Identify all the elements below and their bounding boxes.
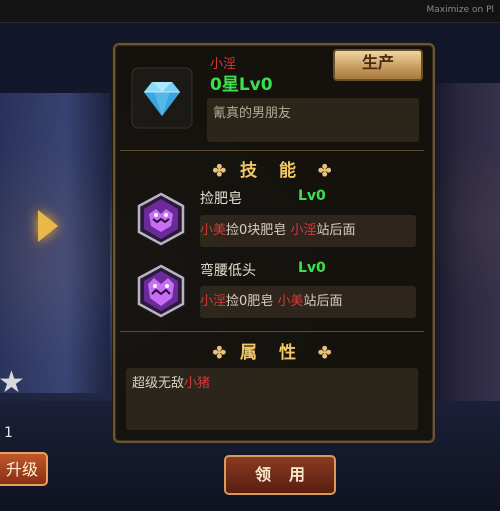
divider — [120, 331, 424, 332]
attributes-heading: ✤ 属 性 ✤ — [120, 338, 424, 364]
item-description: 氰真的男朋友 — [213, 106, 292, 121]
skill-level: Lv0 — [298, 188, 326, 204]
ornament-icon: ✤ — [212, 161, 227, 180]
star-icon: ★ — [0, 365, 25, 400]
divider — [120, 150, 424, 151]
maximize-label[interactable]: Maximize on Pl — [427, 5, 495, 15]
purple-monster-skill-icon[interactable] — [134, 264, 188, 318]
skill-name: 弯腰低头 — [200, 263, 256, 279]
hero-level: 1 — [4, 425, 13, 441]
skill-description: 小淫捡0肥皂 小美站后面 — [200, 294, 343, 309]
left-pillar — [0, 93, 110, 393]
window-titlebar: Maximize on Pl — [0, 0, 500, 23]
skills-heading: ✤ 技 能 ✤ — [120, 156, 424, 182]
ornament-icon: ✤ — [317, 343, 332, 362]
generate-button[interactable]: 生产 — [333, 49, 423, 81]
skill-name: 捡肥皂 — [200, 191, 242, 207]
skill-level: Lv0 — [298, 260, 326, 276]
attributes-title: 属 性 — [240, 343, 304, 363]
ornament-icon: ✤ — [212, 343, 227, 362]
item-level: 0星Lv0 — [210, 75, 273, 95]
diamond-gem-icon — [130, 66, 194, 130]
purple-monster-skill-icon[interactable] — [134, 192, 188, 246]
attributes-text: 超级无敌小猪 — [132, 376, 211, 391]
skills-title: 技 能 — [240, 161, 304, 181]
claim-button[interactable]: 领用 — [224, 455, 336, 495]
skill-description: 小美捡0块肥皂 小淫站后面 — [200, 223, 356, 238]
ornament-icon: ✤ — [317, 161, 332, 180]
arrow-right-icon[interactable] — [38, 210, 58, 242]
upgrade-button[interactable]: 升级 — [0, 452, 48, 486]
